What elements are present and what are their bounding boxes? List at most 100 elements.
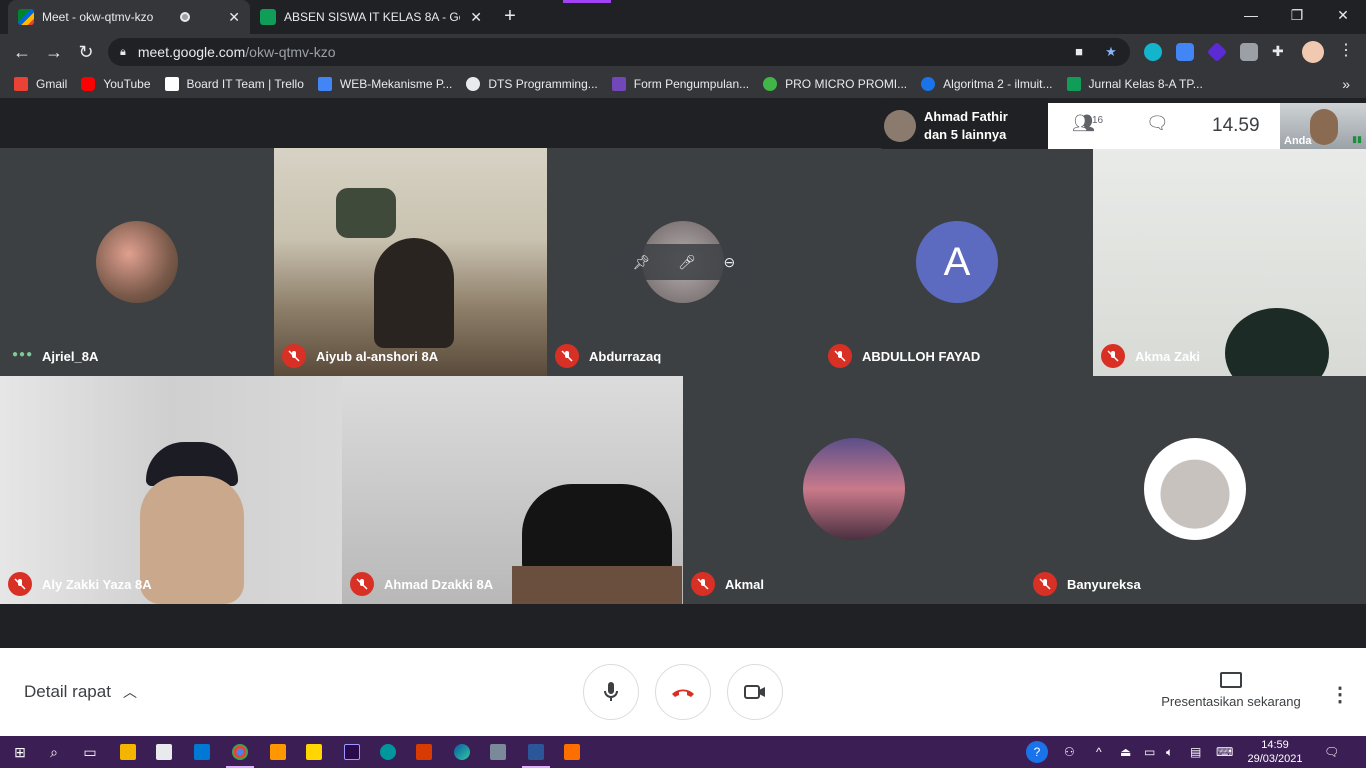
pin-icon[interactable]: 📌︎ [633,254,651,271]
tokopedia-icon [763,77,778,91]
participant-tile[interactable]: Ahmad Dzakki 8A [342,376,683,604]
clock-date: 29/03/2021 [1247,753,1303,765]
participant-tile[interactable]: ●●● Ajriel_8A [0,148,274,376]
notifications-icon[interactable]: 🗨︎ [1324,736,1339,768]
clock-time: 14:59 [1261,739,1289,751]
battery-icon[interactable]: ▭ [1144,736,1155,768]
present-now-label: Presentasikan sekarang [1161,694,1301,709]
mail-icon[interactable] [190,740,214,764]
chrome-icon[interactable] [226,740,254,768]
sticky-notes-icon[interactable] [302,740,326,764]
bookmark-form-pengumpulan[interactable]: Form Pengumpulan... [611,77,749,91]
bookmark-youtube[interactable]: YouTube [81,77,151,91]
participant-tile[interactable]: Aiyub al-anshori 8A [274,148,547,376]
microphone-button[interactable] [583,664,639,720]
show-hidden-icons[interactable]: ^ [1096,736,1102,768]
participant-tile[interactable]: Aly Zakki Yaza 8A [0,376,342,604]
windows-start-icon[interactable]: ⊞ [8,740,32,764]
participant-tile[interactable]: A ABDULLOH FAYAD [820,148,1093,376]
trello-icon [164,77,179,91]
url-host: meet.google.com [137,44,246,60]
arduino-icon[interactable] [376,740,400,764]
file-explorer-icon[interactable] [116,740,140,764]
restore-button[interactable]: ❐ [1274,0,1320,30]
muted-mic-icon [282,344,306,368]
leave-call-button[interactable] [655,664,711,720]
speaker-others: dan 5 lainnya [924,127,1007,142]
google-translate-icon[interactable] [1176,43,1194,61]
bookmark-algoritma[interactable]: Algoritma 2 - ilmuit... [921,77,1053,91]
more-bookmarks-icon[interactable]: » [1342,70,1350,98]
active-speakers-box: Ahmad Fathir dan 5 lainnya [876,103,1048,149]
profile-avatar[interactable] [1302,41,1324,63]
present-screen-icon [1220,672,1242,688]
mute-participant-icon[interactable]: 🎤︎ [678,254,696,271]
google-meet-icon [18,9,34,25]
camera-in-use-icon[interactable]: ■ [1070,44,1088,60]
tab-meet[interactable]: Meet - okw-qtmv-kzo ✕ [8,0,250,34]
self-view-tile[interactable]: Anda ▮▮ [1280,103,1366,149]
tab-absen[interactable]: ABSEN SISWA IT KELAS 8A - Goo ✕ [250,0,492,34]
network-icon[interactable]: ▤ [1190,736,1201,768]
participant-tile[interactable]: Akmal [683,376,1025,604]
keyboard-app-icon[interactable] [486,740,510,764]
address-bar[interactable]: 🔒︎ meet.google.com/okw-qtmv-kzo ■ ★ [108,38,1130,66]
chevron-up-icon: ︿ [122,684,137,700]
extension-diamond-icon[interactable] [1206,41,1228,63]
muted-mic-icon [8,572,32,596]
close-tab-icon[interactable]: ✕ [228,9,240,26]
muted-mic-icon [1033,572,1057,596]
camera-button[interactable] [727,664,783,720]
reload-button[interactable]: ↻ [74,40,98,64]
taskbar-clock[interactable]: 14:59 29/03/2021 [1244,738,1306,766]
bookmark-dts[interactable]: DTS Programming... [466,77,598,91]
close-window-button[interactable]: ✕ [1320,0,1366,30]
after-effects-icon[interactable] [340,740,364,764]
edge-icon[interactable] [450,740,474,764]
keyboard-icon[interactable]: ⌨ [1216,736,1233,768]
media-player-icon[interactable] [560,740,584,764]
sublime-icon[interactable] [266,740,290,764]
person-face-image [512,566,682,604]
participant-tile[interactable]: 📌︎ 🎤︎ ⊖ Abdurrazaq [547,148,820,376]
new-tab-button[interactable]: + [498,4,522,28]
participant-tile[interactable]: Akma Zaki [1093,148,1366,376]
volume-icon[interactable]: 🔈︎ [1166,736,1173,768]
back-button[interactable]: ← [10,40,34,64]
extension-m-icon[interactable] [1144,43,1162,61]
remove-participant-icon[interactable]: ⊖ [723,254,735,271]
search-icon[interactable]: ⌕ [42,740,66,764]
bookmark-label: YouTube [103,77,151,91]
participant-name: Ajriel_8A [42,349,99,364]
bookmark-pro-micro[interactable]: PRO MICRO PROMI... [763,77,907,91]
google-sheets-icon [260,9,276,25]
bookmark-trello[interactable]: Board IT Team | Trello [164,77,304,91]
bookmark-gmail[interactable]: Gmail [14,77,67,91]
usb-icon[interactable]: ⏏ [1120,736,1131,768]
muted-mic-icon [828,344,852,368]
hang-up-icon [672,689,694,697]
forward-button[interactable]: → [42,40,66,64]
browser-menu-icon[interactable]: ⋮ [1338,40,1356,59]
help-icon[interactable]: ? [1026,736,1048,768]
close-tab-icon[interactable]: ✕ [470,9,482,26]
minimize-button[interactable]: — [1228,0,1274,30]
bookmark-jurnal[interactable]: Jurnal Kelas 8-A TP... [1066,77,1203,91]
windows-taskbar: ⊞ ⌕ ▭ ? ⚇ ^ ⏏ ▭ 🔈︎ ▤ ⌨ 14:59 29/03/2021 … [0,736,1366,768]
youtube-icon [81,77,96,91]
word-icon[interactable] [522,740,550,768]
meeting-details-toggle[interactable]: Detail rapat ︿ [24,682,137,702]
present-now-button[interactable]: Presentasikan sekarang [1158,672,1304,709]
chat-icon[interactable]: 🗨︎ [1146,113,1169,134]
bookmark-web-mekanisme[interactable]: WEB-Mekanisme P... [317,77,452,91]
extension-print-icon[interactable] [1240,43,1258,61]
star-bookmark-icon[interactable]: ★ [1102,44,1120,60]
task-view-icon[interactable]: ▭ [78,740,102,764]
office-icon[interactable] [412,740,436,764]
peci-cap-image [522,484,672,574]
participant-tile[interactable]: Banyureksa [1025,376,1366,604]
more-options-icon[interactable]: ⋮ [1330,682,1350,707]
extensions-puzzle-icon[interactable]: ✚ [1272,43,1290,61]
store-icon[interactable] [152,740,176,764]
people-tray-icon[interactable]: ⚇ [1064,736,1075,768]
